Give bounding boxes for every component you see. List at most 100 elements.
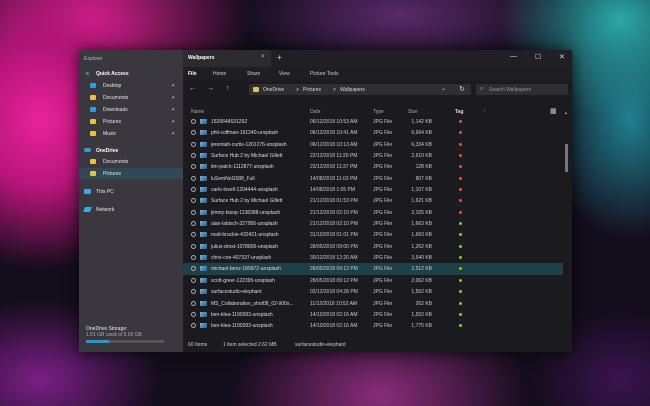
table-row[interactable]: scott-greer-122395-unsplash 28/05/2018 09… (183, 275, 563, 286)
table-row[interactable]: michael-benz-189972-unsplash 28/05/2018 0… (183, 263, 563, 275)
column-tag[interactable]: Tag (455, 109, 464, 115)
select-radio[interactable] (191, 255, 196, 261)
select-radio[interactable] (191, 300, 196, 306)
chevron-down-icon[interactable]: ⌄ (441, 85, 446, 92)
table-row[interactable]: jeremiah-curtis-1201276-unsplash 06/12/20… (183, 139, 563, 150)
search-input[interactable]: ⌕ Search Wallpapers (476, 84, 568, 95)
select-radio[interactable] (191, 209, 196, 215)
column-name[interactable]: Name (191, 109, 204, 115)
scrollbar[interactable]: ▲ (564, 110, 569, 342)
search-icon: ⌕ (480, 86, 484, 92)
sidebar-item-downloads[interactable]: Downloads ✦ (79, 104, 183, 115)
tab-view[interactable]: View (279, 71, 290, 77)
select-radio[interactable] (191, 232, 196, 238)
title-bar: Wallpapers × + — ☐ ✕ (183, 50, 572, 67)
table-row[interactable]: MS_Collaboration_shot08_02-900x... 11/12/… (183, 298, 563, 309)
file-name: matt-bruckie-432421-unsplash (211, 232, 279, 239)
tag-dot (459, 210, 462, 214)
file-name: ben-klea-1199393-unsplash (211, 323, 273, 330)
column-date[interactable]: Date (310, 109, 321, 115)
scrollbar-thumb[interactable] (565, 144, 568, 172)
select-radio[interactable] (191, 130, 196, 136)
path-segment-onedrive[interactable]: OneDrive (263, 87, 284, 93)
table-row[interactable]: alan-labisch-327956-unsplash 21/12/2018 0… (183, 218, 563, 229)
file-date: 14/08/2018 1:05 PM (310, 187, 356, 194)
address-bar[interactable]: OneDrive > Pictures > Wallpapers ⌄ ↻ (249, 84, 471, 95)
sidebar-item-pictures[interactable]: Pictures ✦ (79, 116, 183, 127)
select-radio[interactable] (191, 221, 196, 227)
maximize-button[interactable]: ☐ (535, 53, 541, 61)
pin-icon[interactable]: ✦ (171, 83, 175, 89)
table-row[interactable]: ben-klea-1199393-unsplash 14/10/2018 02:1… (183, 309, 563, 320)
sidebar-item-this-pc[interactable]: This PC (79, 186, 183, 197)
file-size: 3,540 KB (411, 255, 432, 262)
sort-arrow-icon[interactable]: ↑ (483, 108, 486, 114)
table-row[interactable]: jimmy-bisop-1138388-unsplash 21/12/2018 0… (183, 207, 563, 218)
pin-icon[interactable]: ✦ (171, 119, 175, 125)
file-type: JPG File (373, 130, 393, 137)
file-date: 23/12/2018 11:37 PM (310, 164, 358, 171)
tab-wallpapers[interactable]: Wallpapers × (183, 50, 271, 67)
column-size[interactable]: Size (408, 109, 418, 115)
table-row[interactable]: matt-bruckie-432421-unsplash 31/10/2018 0… (183, 229, 563, 240)
table-row[interactable]: tim-patch-1112877-unsplash 23/12/2018 11:… (183, 161, 563, 172)
table-row[interactable]: carlo-lovell-1204444-unsplash 14/08/2018 … (183, 184, 563, 195)
refresh-icon[interactable]: ↻ (459, 85, 465, 93)
sidebar-item-music[interactable]: Music ✦ (79, 128, 183, 139)
sidebar-item-onedrive[interactable]: OneDrive (79, 145, 183, 156)
image-file-icon (200, 175, 207, 181)
table-row[interactable]: 1526648631252 06/12/2018 10:53 AM JPG File… (183, 116, 563, 127)
select-radio[interactable] (191, 119, 196, 124)
path-segment-wallpapers[interactable]: Wallpapers (340, 87, 365, 93)
pin-icon[interactable]: ✦ (171, 107, 175, 113)
close-tab-icon[interactable]: × (261, 54, 265, 60)
table-row[interactable]: chris-coe-407337-unsplash 30/12/2018 12:2… (183, 252, 563, 263)
select-radio[interactable] (191, 289, 196, 295)
select-radio[interactable] (191, 323, 196, 329)
column-type[interactable]: Type (373, 109, 384, 115)
select-radio[interactable] (191, 266, 196, 272)
file-size: 2,512 KB (411, 266, 432, 273)
sidebar-item-quick-access[interactable]: Quick Access (79, 68, 183, 79)
select-radio[interactable] (191, 164, 196, 170)
select-radio[interactable] (191, 243, 196, 249)
sidebar-item-onedrive-pictures[interactable]: Pictures (79, 168, 183, 179)
sidebar-item-documents[interactable]: Documents ✦ (79, 92, 183, 103)
new-tab-button[interactable]: + (277, 53, 282, 62)
select-radio[interactable] (191, 175, 196, 181)
back-arrow-icon[interactable]: ← (189, 85, 196, 92)
select-radio[interactable] (191, 198, 196, 204)
path-segment-pictures[interactable]: Pictures (303, 87, 321, 93)
up-arrow-icon[interactable]: ↑ (226, 85, 230, 92)
image-file-icon (200, 141, 207, 147)
tab-share[interactable]: Share (247, 71, 260, 77)
forward-arrow-icon[interactable]: → (207, 85, 214, 92)
pin-icon[interactable]: ✦ (171, 95, 175, 101)
table-row[interactable]: ben-klea-1199393-unsplash 14/10/2018 02:1… (183, 320, 563, 331)
select-radio[interactable] (191, 311, 196, 317)
select-radio[interactable] (191, 277, 196, 283)
select-radio[interactable] (191, 187, 196, 193)
file-size: 1,663 KB (411, 232, 432, 239)
table-row[interactable]: Surface Hub 2 by Michael Gillett 22/12/20… (183, 150, 563, 161)
image-file-icon (200, 243, 207, 249)
select-radio[interactable] (191, 141, 196, 147)
selection-info: 1 item selected 2.62 MB (223, 342, 277, 348)
tab-picture-tools[interactable]: Picture Tools (310, 71, 339, 77)
sidebar-item-onedrive-documents[interactable]: Documents (79, 156, 183, 167)
table-row[interactable]: julius-drost-1078806-unsplash 28/05/2018 … (183, 241, 563, 252)
table-row[interactable]: Surface Hub 2 by Michael Gillett 21/12/20… (183, 195, 563, 206)
sidebar-item-desktop[interactable]: Desktop ✦ (79, 80, 183, 91)
scroll-up-icon[interactable]: ▲ (564, 110, 568, 115)
select-radio[interactable] (191, 153, 196, 159)
pin-icon[interactable]: ✦ (171, 131, 175, 137)
table-row[interactable]: luSemNoG588_Full 14/08/2018 11:03 PM JPG F… (183, 173, 563, 184)
tab-file[interactable]: File (188, 71, 197, 77)
tab-home[interactable]: Home (213, 71, 226, 77)
table-row[interactable]: phil-coffman-161240-unsplash 06/12/2018 1… (183, 127, 563, 138)
minimize-button[interactable]: — (510, 53, 517, 60)
tag-dot (459, 312, 462, 316)
table-row[interactable]: surfacestudio-elephant 02/12/2018 04:28 P… (183, 286, 563, 297)
close-window-button[interactable]: ✕ (559, 53, 565, 61)
sidebar-item-network[interactable]: Network (79, 204, 183, 215)
